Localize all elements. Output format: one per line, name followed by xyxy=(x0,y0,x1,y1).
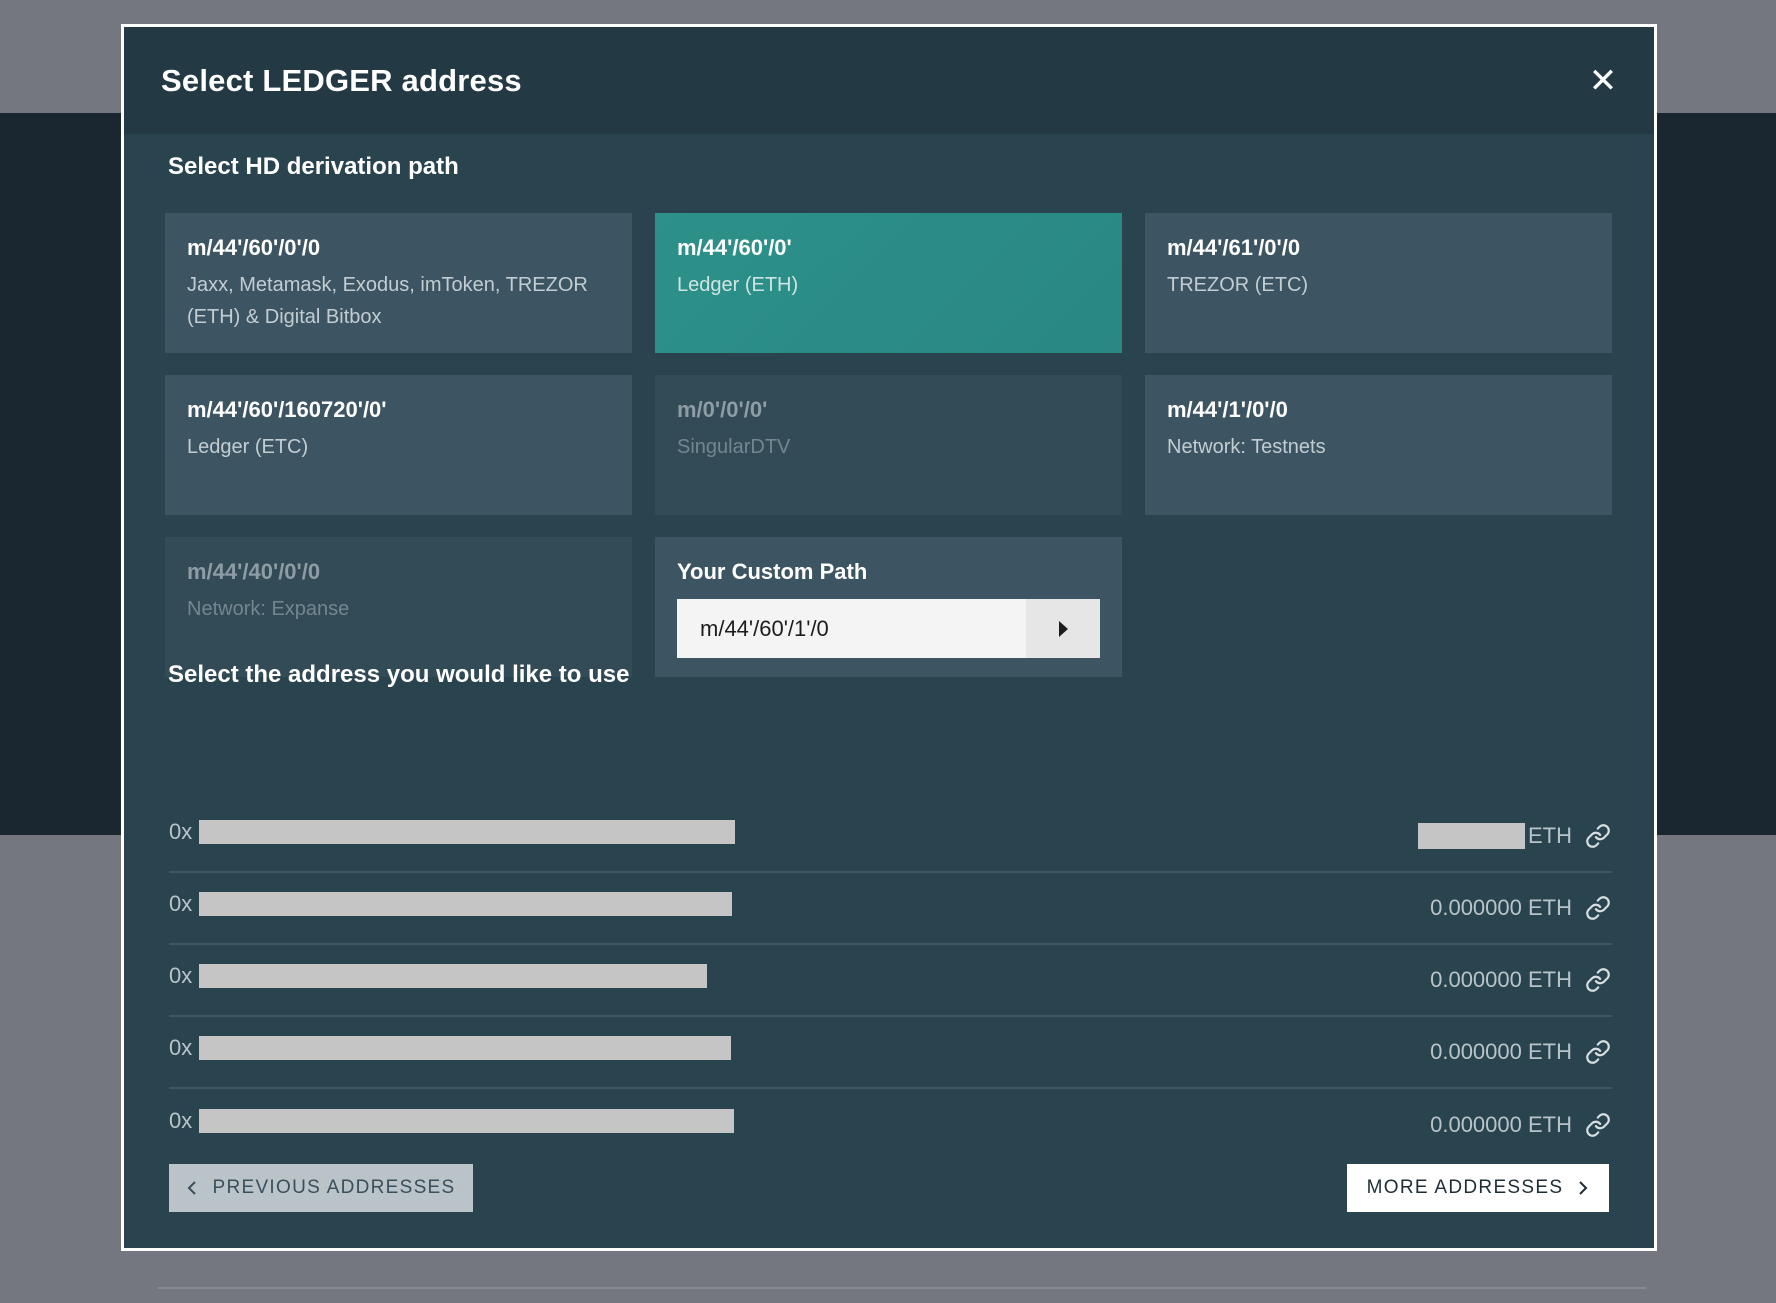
path-option-2[interactable]: m/44'/61'/0'/0 TREZOR (ETC) xyxy=(1145,213,1612,353)
custom-path-submit-button[interactable] xyxy=(1026,599,1100,658)
address-prefix: 0x xyxy=(169,1108,193,1133)
path-code: m/44'/60'/160720'/0' xyxy=(187,397,387,422)
path-description: Ledger (ETH) xyxy=(677,274,799,296)
external-link-icon[interactable] xyxy=(1584,822,1612,850)
path-description: Network: Testnets xyxy=(1167,436,1326,458)
close-icon[interactable]: ✕ xyxy=(1586,64,1620,98)
address-list: 0x ETH 0x 0.000000 ETH 0x 0.000000 ETH 0… xyxy=(169,801,1612,1161)
path-description: Ledger (ETC) xyxy=(187,436,309,458)
balance-unit: ETH xyxy=(1528,895,1572,920)
address-prefix: 0x xyxy=(169,1035,193,1060)
previous-addresses-label: PREVIOUS ADDRESSES xyxy=(212,1177,456,1198)
balance-value: 0.000000 xyxy=(1430,1112,1522,1137)
address-text: 0x xyxy=(169,819,735,845)
custom-path-input-row xyxy=(677,599,1100,658)
address-balance: 0.000000 ETH xyxy=(1430,966,1612,994)
background-divider xyxy=(158,1287,1646,1289)
external-link-icon[interactable] xyxy=(1584,1111,1612,1139)
external-link-icon[interactable] xyxy=(1584,966,1612,994)
address-section-title: Select the address you would like to use xyxy=(168,661,630,688)
balance-value: 0.000000 xyxy=(1430,895,1522,920)
select-address-modal: Select LEDGER address ✕ Select HD deriva… xyxy=(121,24,1657,1251)
address-row[interactable]: 0x ETH xyxy=(169,801,1612,873)
address-row[interactable]: 0x 0.000000 ETH xyxy=(169,1017,1612,1089)
path-option-1[interactable]: m/44'/60'/0' Ledger (ETH) xyxy=(655,213,1122,353)
balance-value: 0.000000 xyxy=(1430,967,1522,992)
address-redaction xyxy=(199,1036,731,1060)
path-code: m/44'/61'/0'/0 xyxy=(1167,235,1301,260)
address-prefix: 0x xyxy=(169,819,193,844)
address-text: 0x xyxy=(169,1108,734,1134)
address-balance: 0.000000 ETH xyxy=(1430,1038,1612,1066)
modal-title: Select LEDGER address xyxy=(161,62,522,98)
previous-addresses-button[interactable]: PREVIOUS ADDRESSES xyxy=(169,1164,473,1212)
path-code: m/44'/60'/0'/0 xyxy=(187,235,321,260)
path-option-6[interactable]: m/44'/40'/0'/0 Network: Expanse xyxy=(165,537,632,677)
address-balance: 0.000000 ETH xyxy=(1430,1111,1612,1139)
address-redaction xyxy=(199,964,707,988)
address-text: 0x xyxy=(169,891,732,917)
external-link-icon[interactable] xyxy=(1584,1038,1612,1066)
address-prefix: 0x xyxy=(169,891,193,916)
address-prefix: 0x xyxy=(169,963,193,988)
more-addresses-button[interactable]: MORE ADDRESSES xyxy=(1347,1164,1609,1212)
path-code: m/44'/40'/0'/0 xyxy=(187,559,321,584)
address-row[interactable]: 0x 0.000000 ETH xyxy=(169,945,1612,1017)
chevron-left-icon xyxy=(188,1181,197,1195)
derivation-section-title: Select HD derivation path xyxy=(168,153,459,180)
balance-unit: ETH xyxy=(1528,1112,1572,1137)
balance-redaction xyxy=(1418,823,1525,849)
path-code: m/0'/0'/0' xyxy=(677,397,768,422)
address-text: 0x xyxy=(169,963,707,989)
more-addresses-label: MORE ADDRESSES xyxy=(1366,1177,1564,1198)
path-code: m/44'/1'/0'/0 xyxy=(1167,397,1288,422)
derivation-path-grid: m/44'/60'/0'/0 Jaxx, Metamask, Exodus, i… xyxy=(165,213,1612,677)
address-row[interactable]: 0x 0.000000 ETH xyxy=(169,873,1612,945)
balance-unit: ETH xyxy=(1528,967,1572,992)
balance-unit: ETH xyxy=(1528,1039,1572,1064)
address-redaction xyxy=(199,820,735,844)
balance-unit: ETH xyxy=(1528,823,1572,848)
path-description: Jaxx, Metamask, Exodus, imToken, TREZOR … xyxy=(187,274,588,328)
balance-value: 0.000000 xyxy=(1430,1039,1522,1064)
path-option-3[interactable]: m/44'/60'/160720'/0' Ledger (ETC) xyxy=(165,375,632,515)
address-text: 0x xyxy=(169,1035,731,1061)
path-code: m/44'/60'/0' xyxy=(677,235,792,260)
address-balance: ETH xyxy=(1418,822,1612,850)
path-description: TREZOR (ETC) xyxy=(1167,274,1309,296)
address-redaction xyxy=(199,892,732,916)
custom-path-card: Your Custom Path xyxy=(655,537,1122,677)
path-description: SingularDTV xyxy=(677,436,791,458)
chevron-right-icon xyxy=(1579,1181,1588,1195)
address-row[interactable]: 0x 0.000000 ETH xyxy=(169,1089,1612,1161)
custom-path-input[interactable] xyxy=(677,599,1026,658)
path-description: Network: Expanse xyxy=(187,598,350,620)
address-balance: 0.000000 ETH xyxy=(1430,894,1612,922)
path-option-4[interactable]: m/0'/0'/0' SingularDTV xyxy=(655,375,1122,515)
custom-path-label: Your Custom Path xyxy=(677,559,868,584)
play-triangle-icon xyxy=(1058,620,1068,637)
modal-header: Select LEDGER address ✕ xyxy=(124,27,1654,134)
external-link-icon[interactable] xyxy=(1584,894,1612,922)
path-option-0[interactable]: m/44'/60'/0'/0 Jaxx, Metamask, Exodus, i… xyxy=(165,213,632,353)
address-redaction xyxy=(199,1109,734,1133)
path-option-5[interactable]: m/44'/1'/0'/0 Network: Testnets xyxy=(1145,375,1612,515)
